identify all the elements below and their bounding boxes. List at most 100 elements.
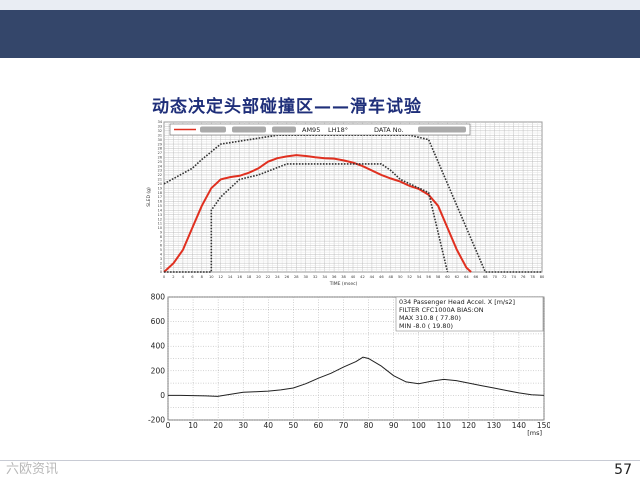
y-tick-label: 600 — [151, 317, 166, 326]
y-tick-label: 17 — [158, 195, 162, 199]
x-tick-label: 26 — [285, 275, 290, 279]
x-tick-label: 20 — [256, 275, 261, 279]
x-tick-label: 6 — [191, 275, 194, 279]
x-tick-label: 18 — [247, 275, 252, 279]
x-tick-label: 52 — [407, 275, 412, 279]
x-tick-label: 28 — [294, 275, 299, 279]
y-tick-label: 32 — [158, 129, 162, 133]
x-tick-label: 56 — [426, 275, 431, 279]
head-accel-chart: 0 10 20 30 40 50 60 70 80 90 100 110 120 130 140 150800… — [148, 293, 551, 438]
x-tick-label: 34 — [322, 275, 327, 279]
x-tick-label: 8 — [201, 275, 204, 279]
y-tick-label: 26 — [158, 155, 162, 159]
x-tick-label: 40 — [263, 421, 273, 430]
y-axis-label: SLED (g) — [146, 187, 152, 207]
y-tick-label: 7 — [160, 239, 162, 243]
header-top-strip — [0, 0, 640, 10]
x-tick-label: 60 — [445, 275, 450, 279]
x-unit-label: [ms] — [527, 429, 542, 437]
x-tick-label: 78 — [530, 275, 535, 279]
legend-label-data-no: DATA No. — [374, 126, 404, 134]
y-tick-label: 23 — [158, 169, 162, 173]
y-tick-label: 13 — [158, 213, 162, 217]
x-tick-label: 70 — [492, 275, 497, 279]
x-tick-label: 58 — [436, 275, 441, 279]
sled-chart-panel: 0 2 4 6 8 10 12 14 16 18 20 22 24 26 28 30 32 34 36 38 40 42 4… — [142, 116, 550, 288]
x-tick-label: 76 — [521, 275, 526, 279]
info-line: 034 Passenger Head Accel. X [m/s2] — [399, 298, 515, 306]
x-tick-label: 100 — [412, 421, 427, 430]
footer-divider — [0, 460, 640, 461]
legend-label-lh18: LH18° — [328, 126, 348, 134]
x-tick-label: 14 — [228, 275, 233, 279]
x-tick-label: 90 — [389, 421, 399, 430]
x-tick-label: 16 — [237, 275, 242, 279]
x-tick-label: 0 — [166, 421, 171, 430]
y-tick-label: 800 — [151, 293, 166, 302]
x-tick-label: 120 — [462, 421, 477, 430]
y-tick-label: 1 — [160, 266, 162, 270]
info-box: 034 Passenger Head Accel. X [m/s2]FILTER… — [395, 296, 544, 332]
x-tick-label: 46 — [379, 275, 384, 279]
y-tick-label: 31 — [158, 133, 162, 137]
y-tick-label: 21 — [158, 178, 162, 182]
info-line: MAX 310.8 ( 77.80) — [399, 314, 461, 322]
head-accel-chart-panel: 0 10 20 30 40 50 60 70 80 90 100 110 120 130 140 150 800… — [142, 292, 551, 438]
x-tick-label: 54 — [417, 275, 422, 279]
x-axis-label: TIME (msec) — [329, 281, 358, 287]
legend-redacted-block — [418, 126, 466, 133]
y-tick-label: 24 — [158, 164, 162, 168]
info-line: FILTER CFC1000A BIAS:ON — [399, 306, 484, 314]
y-tick-label: 200 — [151, 366, 166, 375]
y-tick-label: 6 — [160, 244, 162, 248]
y-tick-label: 14 — [158, 208, 162, 212]
y-tick-label: 400 — [151, 342, 166, 351]
sled-chart: 0 2 4 6 8 10 12 14 16 18 20 22 24 26 28 30 32 34 36 38 40 42 4… — [146, 120, 545, 287]
x-tick-label: 130 — [487, 421, 502, 430]
x-tick-label: 70 — [339, 421, 349, 430]
x-tick-label: 80 — [364, 421, 374, 430]
y-tick-label: 34 — [158, 120, 162, 124]
y-tick-label: 15 — [158, 204, 162, 208]
x-tick-label: 110 — [437, 421, 452, 430]
watermark-logo: 六欧资讯 — [6, 462, 59, 477]
legend-label-am95: AM95 — [302, 126, 320, 134]
x-tick-label: 64 — [464, 275, 469, 279]
y-tick-label: 12 — [158, 217, 162, 221]
info-line: MIN -8.0 ( 19.80) — [399, 322, 453, 330]
slide-title: 动态决定头部碰撞区——滑车试验 — [152, 97, 422, 117]
x-tick-label: 40 — [351, 275, 356, 279]
y-tick-label: -200 — [148, 416, 165, 425]
y-tick-label: 10 — [158, 226, 162, 230]
x-tick-label: 50 — [289, 421, 299, 430]
y-tick-label: 28 — [158, 147, 162, 151]
x-tick-label: 30 — [238, 421, 248, 430]
y-tick-label: 27 — [158, 151, 162, 155]
y-tick-label: 29 — [158, 142, 162, 146]
x-tick-label: 22 — [266, 275, 271, 279]
x-tick-label: 2 — [172, 275, 174, 279]
y-tick-label: 33 — [158, 125, 162, 129]
x-tick-label: 140 — [512, 421, 527, 430]
chart-legend: AM95 LH18° DATA No. — [169, 123, 471, 136]
x-tick-label: 44 — [370, 275, 375, 279]
x-tick-label: 30 — [303, 275, 308, 279]
y-tick-label: 30 — [158, 138, 162, 142]
y-tick-label: 20 — [158, 182, 162, 186]
x-tick-label: 20 — [213, 421, 223, 430]
y-tick-label: 4 — [160, 253, 162, 257]
x-tick-label: 10 — [209, 275, 214, 279]
x-tick-label: 4 — [182, 275, 185, 279]
x-tick-label: 48 — [389, 275, 394, 279]
y-tick-label: 5 — [160, 248, 162, 252]
x-tick-label: 38 — [341, 275, 346, 279]
y-tick-label: 3 — [160, 257, 162, 261]
y-tick-label: 25 — [158, 160, 162, 164]
y-tick-label: 0 — [160, 270, 162, 274]
y-tick-label: 22 — [158, 173, 162, 177]
legend-redacted-block — [232, 126, 266, 133]
y-tick-label: 19 — [158, 186, 162, 190]
x-tick-label: 10 — [188, 421, 198, 430]
y-tick-label: 9 — [160, 230, 162, 234]
x-tick-label: 66 — [474, 275, 479, 279]
